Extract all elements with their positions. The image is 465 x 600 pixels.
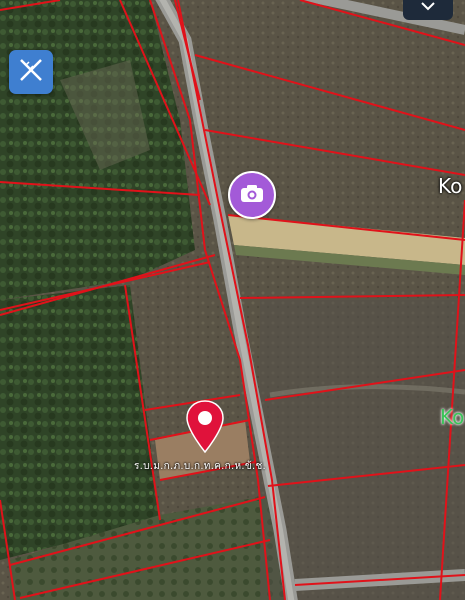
area-label: Ko (438, 174, 463, 198)
top-toggle-button[interactable] (403, 0, 453, 20)
map-pin-icon (185, 400, 225, 458)
ruler-pencil-icon (17, 56, 45, 88)
parcel-label: ร.บ.ม.ก.ภ.บ.ก.ท.ค.ก.ห.ข้.ช. (134, 461, 267, 472)
map-view[interactable]: ร.บ.ม.ก.ภ.บ.ก.ท.ค.ก.ห.ข้.ช. Ko Ko (0, 0, 465, 600)
area-label: Ko (440, 405, 465, 429)
photo-marker[interactable] (228, 171, 276, 219)
chevron-down-icon (420, 0, 436, 17)
measure-tool-button[interactable] (9, 50, 53, 94)
location-pin[interactable] (185, 399, 225, 454)
camera-icon (240, 183, 264, 207)
satellite-imagery (0, 0, 465, 600)
